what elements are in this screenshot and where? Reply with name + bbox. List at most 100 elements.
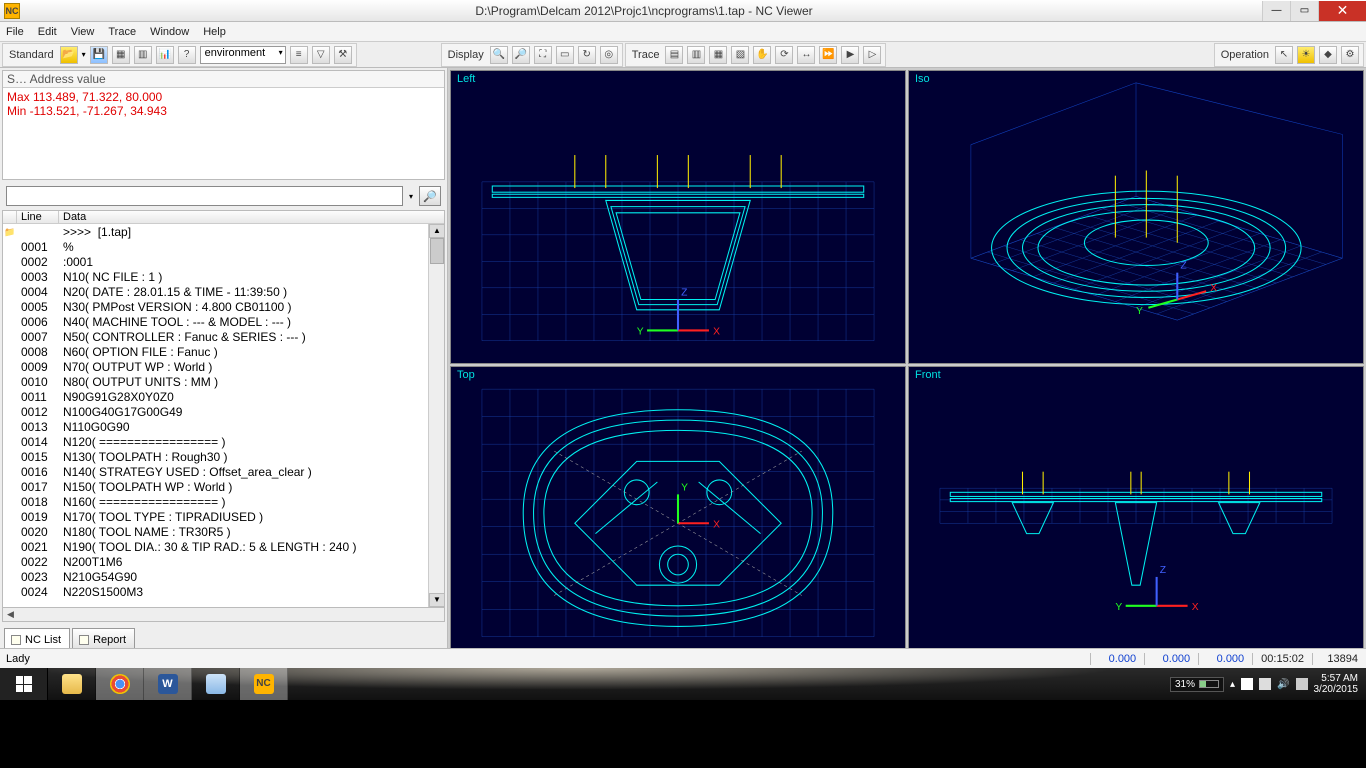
search-input[interactable] <box>6 186 403 206</box>
table-row[interactable]: 0003N10( NC FILE : 1 ) <box>3 270 444 285</box>
trace3-icon[interactable]: ▦ <box>709 46 727 64</box>
toolbar-operation-label: Operation <box>1219 49 1271 61</box>
zoom-in-icon[interactable]: 🔍 <box>490 46 508 64</box>
table-row[interactable]: 0006N40( MACHINE TOOL : --- & MODEL : --… <box>3 315 444 330</box>
gear-icon[interactable]: ⚙ <box>1341 46 1359 64</box>
table-row[interactable]: 0010N80( OUTPUT UNITS : MM ) <box>3 375 444 390</box>
trace1-icon[interactable]: ▤ <box>665 46 683 64</box>
footer-left-arrow-icon[interactable]: ◀ <box>7 609 14 620</box>
maximize-button[interactable]: ▭ <box>1290 1 1318 21</box>
list-icon[interactable]: ≡ <box>290 46 308 64</box>
table-row[interactable]: 0004N20( DATE : 28.01.15 & TIME - 11:39:… <box>3 285 444 300</box>
table-row[interactable]: 0021N190( TOOL DIA.: 30 & TIP RAD.: 5 & … <box>3 540 444 555</box>
nc-list-body[interactable]: 📁>>>> [1.tap]0001%0002:00010003N10( NC F… <box>3 224 444 607</box>
play-icon[interactable]: ▶ <box>841 46 859 64</box>
app-window: NC D:\Program\Delcam 2012\Projc1\ncprogr… <box>0 0 1366 668</box>
zoom-fit-icon[interactable]: ⛶ <box>534 46 552 64</box>
task-calc[interactable] <box>192 668 240 700</box>
filter-icon[interactable]: ▽ <box>312 46 330 64</box>
close-button[interactable]: ✕ <box>1318 1 1366 21</box>
task-chrome[interactable] <box>96 668 144 700</box>
table-row[interactable]: 0008N60( OPTION FILE : Fanuc ) <box>3 345 444 360</box>
search-dropdown-icon[interactable]: ▾ <box>409 192 413 201</box>
tray-network-icon[interactable] <box>1296 678 1308 690</box>
step-icon[interactable]: ▷ <box>863 46 881 64</box>
task-word[interactable]: W <box>144 668 192 700</box>
tray-up-icon[interactable]: ▴ <box>1230 679 1235 690</box>
cursor-icon[interactable]: ↖ <box>1275 46 1293 64</box>
table-row[interactable]: 0018N160( ================= ) <box>3 495 444 510</box>
tool-icon[interactable]: ⚒ <box>334 46 352 64</box>
task-explorer[interactable] <box>48 668 96 700</box>
menu-window[interactable]: Window <box>150 26 189 38</box>
table-row[interactable]: 0017N150( TOOLPATH WP : World ) <box>3 480 444 495</box>
table-row[interactable]: 0022N200T1M6 <box>3 555 444 570</box>
table-row[interactable]: 0002:0001 <box>3 255 444 270</box>
target-icon[interactable]: ◎ <box>600 46 618 64</box>
minimize-button[interactable]: — <box>1262 1 1290 21</box>
sun-icon[interactable]: ☀ <box>1297 46 1315 64</box>
table-row[interactable]: 0023N210G54G90 <box>3 570 444 585</box>
view-left[interactable]: Left /*grid*/ <box>450 70 906 364</box>
tray-flag-icon[interactable] <box>1259 678 1271 690</box>
table-row[interactable]: 0019N170( TOOL TYPE : TIPRADIUSED ) <box>3 510 444 525</box>
table-row[interactable]: 0020N180( TOOL NAME : TR30R5 ) <box>3 525 444 540</box>
trace2-icon[interactable]: ▥ <box>687 46 705 64</box>
table-row[interactable]: 0009N70( OUTPUT WP : World ) <box>3 360 444 375</box>
trace4-icon[interactable]: ▧ <box>731 46 749 64</box>
open-icon[interactable]: 📂 <box>60 46 78 64</box>
col-line-header[interactable]: Line <box>17 211 59 223</box>
scroll-down-icon[interactable]: ▼ <box>429 593 444 607</box>
scrollbar[interactable]: ▲ ▼ <box>428 224 444 607</box>
menu-help[interactable]: Help <box>203 26 226 38</box>
save-icon[interactable]: 💾 <box>90 46 108 64</box>
taskbar: W NC 31% ▴ 🔊 5:57 AM 3/20/2015 <box>0 668 1366 700</box>
menu-view[interactable]: View <box>71 26 95 38</box>
refresh-icon[interactable]: ↻ <box>578 46 596 64</box>
view-top[interactable]: Top <box>450 366 906 648</box>
environment-dropdown[interactable]: environment <box>200 46 286 64</box>
col-data-header[interactable]: Data <box>59 211 444 223</box>
table-row[interactable]: 0024N220S1500M3 <box>3 585 444 600</box>
clock[interactable]: 5:57 AM 3/20/2015 <box>1314 673 1359 695</box>
table-row[interactable]: 0015N130( TOOLPATH : Rough30 ) <box>3 450 444 465</box>
table-row[interactable]: 0011N90G91G28X0Y0Z0 <box>3 390 444 405</box>
view-front[interactable]: Front <box>908 366 1364 648</box>
chart-icon[interactable]: 📊 <box>156 46 174 64</box>
table-row[interactable]: 0001% <box>3 240 444 255</box>
menu-trace[interactable]: Trace <box>108 26 136 38</box>
table-row[interactable]: 0007N50( CONTROLLER : Fanuc & SERIES : -… <box>3 330 444 345</box>
search-button[interactable]: 🔎 <box>419 186 441 206</box>
task-ncviewer[interactable]: NC <box>240 668 288 700</box>
tray-action-center-icon[interactable] <box>1241 678 1253 690</box>
scroll-up-icon[interactable]: ▲ <box>429 224 444 238</box>
zoom-region-icon[interactable]: ▭ <box>556 46 574 64</box>
titlebar: NC D:\Program\Delcam 2012\Projc1\ncprogr… <box>0 0 1366 22</box>
table-row[interactable]: 0013N110G0G90 <box>3 420 444 435</box>
toolbar-display-label: Display <box>446 49 486 61</box>
battery-indicator[interactable]: 31% <box>1170 677 1224 692</box>
diamond-icon[interactable]: ◆ <box>1319 46 1337 64</box>
table-row[interactable]: 0005N30( PMPost VERSION : 4.800 CB01100 … <box>3 300 444 315</box>
rotate-icon[interactable]: ⟳ <box>775 46 793 64</box>
menu-file[interactable]: File <box>6 26 24 38</box>
tab-nc-list[interactable]: NC List <box>4 628 70 648</box>
help-icon[interactable]: ? <box>178 46 196 64</box>
menu-edit[interactable]: Edit <box>38 26 57 38</box>
toolbar-trace: Trace ▤ ▥ ▦ ▧ ✋ ⟳ ↔ ⏩ ▶ ▷ <box>625 43 887 67</box>
table-row[interactable]: 0016N140( STRATEGY USED : Offset_area_cl… <box>3 465 444 480</box>
table-row[interactable]: 0014N120( ================= ) <box>3 435 444 450</box>
start-button[interactable] <box>0 668 48 700</box>
svg-text:Y: Y <box>681 482 688 493</box>
zoom-out-icon[interactable]: 🔎 <box>512 46 530 64</box>
tab-report[interactable]: Report <box>72 628 135 648</box>
view-iso[interactable]: Iso <box>908 70 1364 364</box>
table-row[interactable]: 0012N100G40G17G00G49 <box>3 405 444 420</box>
tile-icon[interactable]: ▦ <box>112 46 130 64</box>
pan-icon[interactable]: ✋ <box>753 46 771 64</box>
scroll-thumb[interactable] <box>430 238 444 264</box>
measure-icon[interactable]: ↔ <box>797 46 815 64</box>
tray-volume-icon[interactable]: 🔊 <box>1277 679 1289 690</box>
tile2-icon[interactable]: ▥ <box>134 46 152 64</box>
play-fast-icon[interactable]: ⏩ <box>819 46 837 64</box>
